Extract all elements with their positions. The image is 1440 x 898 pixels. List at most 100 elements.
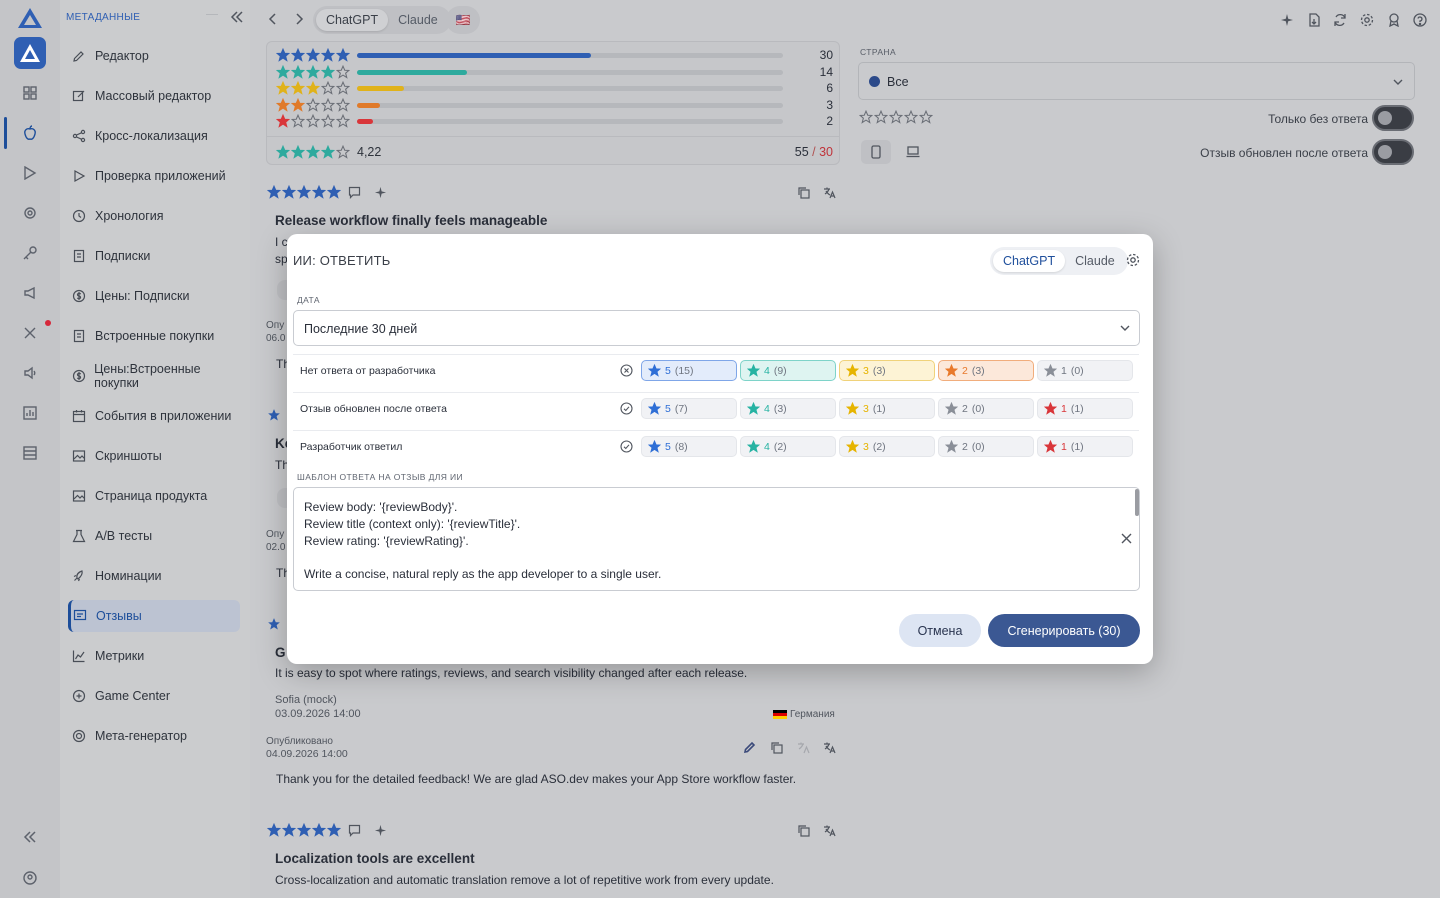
sound-icon[interactable] [18, 361, 42, 385]
chart-icon[interactable] [18, 401, 42, 425]
translate-icon[interactable] [823, 741, 836, 754]
apple-icon[interactable] [18, 121, 42, 145]
rating-chip[interactable]: 2 (0) [938, 398, 1034, 419]
cancel-button[interactable]: Отмена [899, 614, 981, 647]
sparkle-icon[interactable] [1280, 13, 1294, 27]
rating-chip[interactable]: 4 (3) [740, 398, 836, 419]
reply-bubble-icon[interactable] [348, 824, 361, 837]
locale-flag-button[interactable]: 🇺🇸 [446, 6, 480, 34]
forward-icon[interactable] [293, 12, 305, 26]
award-icon[interactable] [1387, 13, 1401, 27]
key-icon[interactable] [18, 241, 42, 265]
desktop-filter-button[interactable] [898, 140, 928, 164]
template-line [304, 549, 661, 566]
star-filled-icon [1044, 402, 1057, 415]
collapse-sidebar-icon[interactable] [230, 10, 244, 24]
sidebar-item[interactable]: Массовый редактор [68, 80, 240, 112]
dialog-tab-claude[interactable]: Claude [1065, 250, 1125, 272]
sidebar-item[interactable]: Подписки [68, 240, 240, 272]
sidebar-item[interactable]: Game Center [68, 680, 240, 712]
flag-germany-icon [773, 710, 787, 719]
select-all-icon[interactable] [620, 440, 633, 453]
export-icon[interactable] [1307, 13, 1321, 27]
phone-filter-button[interactable] [861, 140, 891, 164]
app-avatar-icon[interactable] [14, 37, 46, 69]
profile-icon[interactable] [18, 866, 42, 890]
rating-chip[interactable]: 2 (3) [938, 360, 1034, 381]
sidebar-item[interactable]: A/B тесты [68, 520, 240, 552]
only-unanswered-toggle[interactable] [1372, 105, 1414, 131]
sidebar-item[interactable]: Номинации [68, 560, 240, 592]
sidebar-item[interactable]: Цены:Встроенные покупки [68, 360, 240, 392]
rating-chip[interactable]: 1 (1) [1037, 436, 1133, 457]
sidebar-item[interactable]: Проверка приложений [68, 160, 240, 192]
sidebar-item[interactable]: Хронология [68, 200, 240, 232]
generate-button[interactable]: Сгенерировать (30) [988, 614, 1140, 647]
sidebar-item[interactable]: Метрики [68, 640, 240, 672]
collapse-rail-icon[interactable] [18, 825, 42, 849]
help-icon[interactable] [1413, 13, 1427, 27]
filter-row: Отзыв обновлен после ответа 5 (7) 4 (3) 3 (1) 2… [293, 392, 1139, 424]
sidebar-item[interactable]: Страница продукта [68, 480, 240, 512]
translate-icon[interactable] [823, 824, 836, 837]
rating-bar-fill [357, 69, 468, 75]
select-all-icon[interactable] [620, 402, 633, 415]
megaphone-icon[interactable] [18, 281, 42, 305]
rating-chip[interactable]: 3 (1) [839, 398, 935, 419]
search-icon[interactable] [18, 201, 42, 225]
settings-icon[interactable] [1360, 13, 1374, 27]
copy-icon[interactable] [770, 741, 783, 754]
clear-icon[interactable] [1121, 533, 1132, 544]
rating-chip[interactable]: 5 (7) [641, 398, 737, 419]
rating-chip[interactable]: 3 (2) [839, 436, 935, 457]
database-icon[interactable] [18, 441, 42, 465]
ai-sparkle-icon[interactable] [374, 186, 387, 199]
refresh-icon[interactable] [1333, 13, 1347, 27]
star-filled-icon [276, 145, 290, 159]
translate-icon[interactable] [823, 186, 836, 199]
play-store-icon[interactable] [18, 161, 42, 185]
ai-sparkle-icon[interactable] [374, 824, 387, 837]
tab-chatgpt[interactable]: ChatGPT [316, 9, 389, 31]
rating-chip[interactable]: 4 (9) [740, 360, 836, 381]
sidebar-item[interactable]: Встроенные покупки [68, 320, 240, 352]
edit-reply-icon[interactable] [743, 741, 756, 754]
star-empty-icon [919, 110, 933, 124]
rating-chip[interactable]: 3 (3) [839, 360, 935, 381]
chip-count: (8) [674, 440, 688, 453]
rating-chip[interactable]: 5 (15) [641, 360, 737, 381]
sidebar-item[interactable]: События в приложении [68, 400, 240, 432]
sidebar-item[interactable]: Редактор [68, 40, 240, 72]
copy-icon[interactable] [797, 824, 810, 837]
rating-chip[interactable]: 5 (8) [641, 436, 737, 457]
sidebar-item[interactable]: Скриншоты [68, 440, 240, 472]
sidebar-item[interactable]: Кросс-локализация [68, 120, 240, 152]
tab-claude[interactable]: Claude [388, 9, 448, 31]
grid-icon[interactable] [18, 81, 42, 105]
date-select[interactable]: Последние 30 дней [293, 310, 1140, 346]
clear-selection-icon[interactable] [620, 364, 633, 377]
tools-icon[interactable] [18, 321, 42, 345]
rating-chip[interactable]: 4 (2) [740, 436, 836, 457]
sidebar-item[interactable]: Цены: Подписки [68, 280, 240, 312]
star-filter[interactable] [859, 110, 933, 124]
reply-field[interactable] [277, 488, 287, 508]
rating-chip[interactable]: 2 (0) [938, 436, 1034, 457]
dialog-tab-chatgpt[interactable]: ChatGPT [993, 250, 1066, 272]
scrollbar[interactable] [1135, 489, 1139, 516]
rating-chip[interactable]: 1 (1) [1037, 398, 1133, 419]
template-textarea[interactable]: Review body: '{reviewBody}'. Review title… [293, 487, 1140, 591]
sidebar-item[interactable]: Мета-генератор [68, 720, 240, 752]
country-select[interactable]: Все [858, 62, 1415, 100]
star-filled-icon [267, 823, 281, 837]
reply-bubble-icon[interactable] [348, 186, 361, 199]
chip-count: (0) [971, 440, 985, 453]
dialog-settings-icon[interactable] [1126, 253, 1140, 267]
back-icon[interactable] [267, 12, 279, 26]
rating-row-stars [276, 81, 350, 95]
rating-chip[interactable]: 1 (0) [1037, 360, 1133, 381]
reply-field[interactable] [277, 280, 287, 300]
copy-icon[interactable] [797, 186, 810, 199]
updated-after-toggle[interactable] [1372, 139, 1414, 165]
sidebar-item[interactable]: Отзывы [68, 600, 240, 632]
